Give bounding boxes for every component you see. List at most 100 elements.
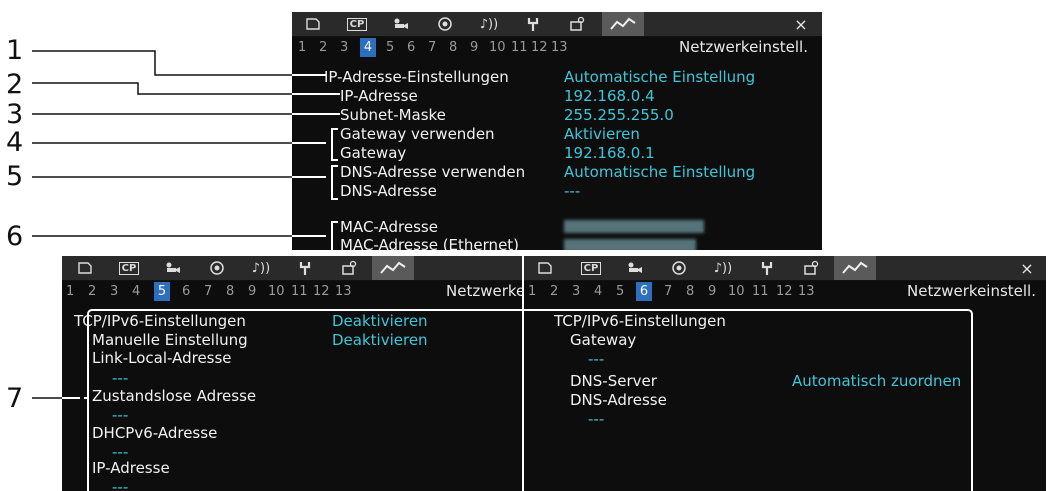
- wrench-icon[interactable]: [290, 256, 320, 280]
- page-number[interactable]: 10: [728, 282, 745, 301]
- page-number[interactable]: 5: [386, 38, 394, 57]
- page-number[interactable]: 11: [511, 38, 528, 57]
- page-number[interactable]: 1: [528, 282, 536, 301]
- setting-label[interactable]: DNS-Adresse verwenden: [340, 163, 525, 181]
- cp-icon[interactable]: CP: [342, 12, 372, 36]
- page-number[interactable]: 12: [313, 282, 330, 301]
- camera-icon[interactable]: [386, 12, 416, 36]
- screen-network-page-4: CP ♪)) × 1 2 3 4 5 6 7 8 9 10 11 12 13 N…: [292, 12, 822, 250]
- page-number[interactable]: 7: [428, 38, 436, 57]
- custom-menu-icon[interactable]: [334, 256, 364, 280]
- callout-number: 1: [6, 35, 24, 66]
- media-icon[interactable]: [298, 12, 328, 36]
- cp-icon[interactable]: CP: [114, 256, 144, 280]
- audio-icon[interactable]: ♪)): [708, 256, 738, 280]
- setting-label[interactable]: Manuelle Einstellung: [92, 331, 248, 349]
- page-number[interactable]: 10: [489, 38, 506, 57]
- page-number[interactable]: 13: [551, 38, 568, 57]
- setting-label[interactable]: Subnet-Maske: [340, 106, 446, 124]
- setting-label[interactable]: DNS-Server: [570, 372, 657, 390]
- network-icon[interactable]: [834, 256, 876, 280]
- setting-label[interactable]: Gateway: [340, 144, 406, 162]
- cp-icon[interactable]: CP: [576, 256, 606, 280]
- setting-value: ---: [564, 182, 581, 200]
- setting-value: Aktivieren: [564, 125, 640, 143]
- custom-menu-icon[interactable]: [796, 256, 826, 280]
- page-number[interactable]: 4: [594, 282, 602, 301]
- page-number[interactable]: 6: [407, 38, 415, 57]
- page-number[interactable]: 8: [686, 282, 694, 301]
- page-number[interactable]: 8: [449, 38, 457, 57]
- setting-value: ---: [588, 350, 605, 368]
- setting-value: ---: [112, 369, 129, 387]
- recording-icon[interactable]: [664, 256, 694, 280]
- page-number-active[interactable]: 5: [154, 282, 170, 301]
- setting-label[interactable]: Gateway verwenden: [340, 125, 495, 143]
- setting-value: Automatische Einstellung: [564, 68, 756, 86]
- media-icon[interactable]: [70, 256, 100, 280]
- network-icon[interactable]: [372, 256, 414, 280]
- page-number[interactable]: 11: [752, 282, 769, 301]
- setting-label[interactable]: DHCPv6-Adresse: [92, 424, 217, 442]
- page-number[interactable]: 5: [616, 282, 624, 301]
- page-number[interactable]: 13: [798, 282, 815, 301]
- menu-tab-bar: CP ♪)): [62, 256, 522, 281]
- screen-network-page-5: CP ♪)) 1 2 3 4 5 6 7 8 9 10 11 12 13 Net…: [62, 256, 522, 491]
- page-number[interactable]: 7: [664, 282, 672, 301]
- page-number[interactable]: 12: [531, 38, 548, 57]
- page-number[interactable]: 12: [776, 282, 793, 301]
- close-icon[interactable]: ×: [1016, 256, 1038, 280]
- setting-label[interactable]: MAC-Adresse: [340, 218, 438, 236]
- setting-label[interactable]: DNS-Adresse: [340, 182, 437, 200]
- network-icon[interactable]: [602, 12, 644, 36]
- setting-label[interactable]: MAC-Adresse (Ethernet): [340, 236, 519, 250]
- wrench-icon[interactable]: [518, 12, 548, 36]
- setting-value: ---: [112, 478, 129, 491]
- recording-icon[interactable]: [202, 256, 232, 280]
- page-number[interactable]: 4: [132, 282, 140, 301]
- page-number-active[interactable]: 4: [360, 38, 376, 57]
- setting-value: Deaktivieren: [332, 331, 428, 349]
- setting-value: Automatisch zuordnen: [792, 372, 962, 390]
- page-number[interactable]: 13: [335, 282, 352, 301]
- recording-icon[interactable]: [430, 12, 460, 36]
- setting-label[interactable]: TCP/IPv6-Einstellungen: [554, 312, 726, 330]
- setting-label[interactable]: Zustandslose Adresse: [92, 387, 256, 405]
- page-number[interactable]: 10: [268, 282, 285, 301]
- page-number[interactable]: 9: [470, 38, 478, 57]
- setting-label[interactable]: Link-Local-Adresse: [92, 349, 232, 367]
- page-number[interactable]: 3: [110, 282, 118, 301]
- page-number[interactable]: 8: [226, 282, 234, 301]
- page-number[interactable]: 1: [66, 282, 74, 301]
- page-number[interactable]: 2: [550, 282, 558, 301]
- setting-label[interactable]: IP-Adresse-Einstellungen: [324, 68, 509, 86]
- page-number[interactable]: 2: [319, 38, 327, 57]
- wrench-icon[interactable]: [752, 256, 782, 280]
- page-number[interactable]: 1: [298, 38, 306, 57]
- page-selector: 1 2 3 4 5 6 7 8 9 10 11 12 13 Netzwerkei…: [524, 281, 1046, 302]
- setting-label[interactable]: IP-Adresse: [340, 87, 418, 105]
- setting-value: 192.168.0.1: [564, 144, 655, 162]
- setting-label[interactable]: Gateway: [570, 331, 636, 349]
- page-number[interactable]: 3: [572, 282, 580, 301]
- close-icon[interactable]: ×: [790, 12, 812, 36]
- page-number[interactable]: 6: [182, 282, 190, 301]
- page-number[interactable]: 2: [88, 282, 96, 301]
- media-icon[interactable]: [530, 256, 560, 280]
- page-number-active[interactable]: 6: [636, 282, 652, 301]
- page-number[interactable]: 3: [340, 38, 348, 57]
- setting-value: 192.168.0.4: [564, 87, 655, 105]
- setting-label[interactable]: TCP/IPv6-Einstellungen: [74, 312, 246, 330]
- custom-menu-icon[interactable]: [562, 12, 592, 36]
- page-number[interactable]: 9: [248, 282, 256, 301]
- camera-icon[interactable]: [158, 256, 188, 280]
- page-selector: 1 2 3 4 5 6 7 8 9 10 11 12 13 Netzwerke: [62, 281, 522, 302]
- page-number[interactable]: 11: [291, 282, 308, 301]
- audio-icon[interactable]: ♪)): [246, 256, 276, 280]
- page-number[interactable]: 7: [204, 282, 212, 301]
- page-number[interactable]: 9: [708, 282, 716, 301]
- setting-label[interactable]: DNS-Adresse: [570, 391, 667, 409]
- setting-label[interactable]: IP-Adresse: [92, 459, 170, 477]
- audio-icon[interactable]: ♪)): [474, 12, 504, 36]
- camera-icon[interactable]: [620, 256, 650, 280]
